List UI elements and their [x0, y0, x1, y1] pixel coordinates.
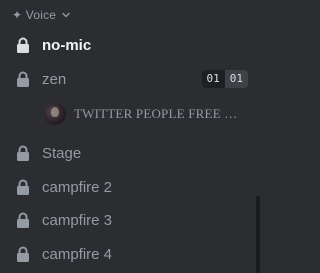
voice-member[interactable]: TWITTER PEOPLE FREE … — [44, 102, 254, 126]
category-label: ✦ Voice — [12, 8, 57, 22]
user-count: 01 — [201, 70, 225, 88]
chevron-down-icon — [62, 12, 70, 18]
lock-icon — [17, 145, 29, 161]
category-voice[interactable]: ✦ Voice — [12, 8, 71, 22]
channel-zen[interactable]: zen 01 01 — [8, 64, 252, 94]
voice-user-count: 01 01 — [201, 70, 248, 88]
lock-icon — [17, 37, 29, 53]
avatar — [44, 103, 66, 125]
channel-name: Stage — [42, 144, 82, 162]
lock-icon — [17, 212, 29, 228]
channel-name: zen — [42, 70, 67, 88]
channel-name: campfire 3 — [42, 211, 113, 229]
lock-icon — [17, 71, 29, 87]
channel-stage[interactable]: Stage — [8, 138, 252, 168]
lock-icon — [17, 179, 29, 195]
channel-campfire-3[interactable]: campfire 3 — [8, 205, 252, 235]
channel-name: campfire 2 — [42, 178, 113, 196]
channel-campfire-2[interactable]: campfire 2 — [8, 172, 252, 202]
user-limit: 01 — [224, 70, 248, 88]
channel-name: campfire 4 — [42, 245, 113, 263]
member-name: TWITTER PEOPLE FREE … — [74, 106, 238, 121]
channel-campfire-4[interactable]: campfire 4 — [8, 239, 252, 269]
scrollbar[interactable] — [256, 196, 260, 273]
lock-icon — [17, 246, 29, 262]
channel-no-mic[interactable]: no-mic — [8, 30, 252, 60]
channel-list: ✦ Voice no-mic zen 01 01 TWITTER PEOPLE … — [0, 0, 262, 273]
channel-name: no-mic — [42, 36, 92, 54]
